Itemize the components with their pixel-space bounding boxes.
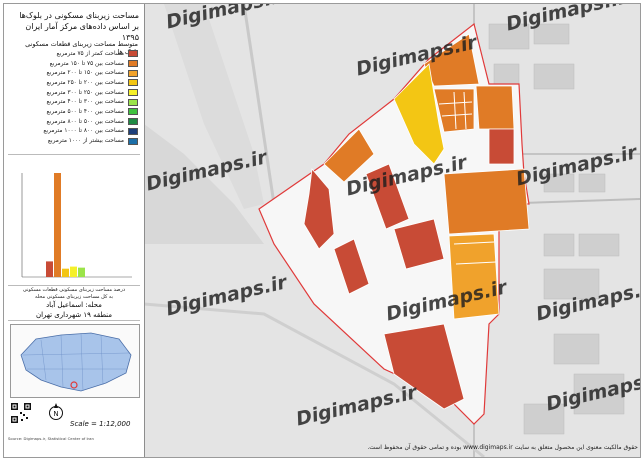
region-label: منطقه ۱۹ شهرداری تهران	[35, 311, 113, 319]
scale-text: Scale = 1:12,000	[70, 420, 131, 428]
legend-swatch	[128, 89, 138, 97]
legend-item-label: مساحت بین ۸۰۰ تا ۱۰۰۰ مترمربع	[43, 128, 124, 135]
copyright-notice: حقوق مالکیت معنوی این محصول متعلق به سای…	[367, 444, 638, 451]
histogram-svg	[21, 173, 132, 278]
histogram-bar	[46, 261, 53, 277]
location-labels: محله: اسماعیل آباد منطقه ۱۹ شهرداری تهرا…	[8, 300, 140, 321]
legend-item-label: مساحت بین ۲۵۰ تا ۳۰۰ مترمربع	[46, 89, 124, 96]
legend-item: مساحت بیشتر از ۱۰۰۰ مترمربع	[16, 136, 138, 146]
legend-swatch	[128, 137, 138, 145]
legend-item: مساحت بین ۷۵ تا ۱۵۰ مترمربع	[16, 59, 138, 69]
chart-caption: درصد مساحت زیربنای مسکونی قطعات مسکونی ب…	[8, 287, 140, 301]
legend-item-label: مساحت بیشتر از ۱۰۰۰ مترمربع	[47, 138, 124, 145]
histogram-bar	[70, 266, 77, 277]
north-arrow-icon: N	[49, 403, 63, 420]
legend-item-label: مساحت بین ۱۵۰ تا ۲۰۰ مترمربع	[46, 70, 124, 77]
chart-caption-line1: درصد مساحت زیربنای مسکونی قطعات مسکونی	[22, 287, 126, 293]
legend-swatch	[128, 108, 138, 116]
legend-swatch	[128, 69, 138, 77]
legend-list: مساحت کمتر از ۷۵ مترمربع مساحت بین ۷۵ تا …	[16, 49, 138, 146]
legend-item-label: مساحت کمتر از ۷۵ مترمربع	[56, 50, 124, 57]
legend-item: مساحت بین ۸۰۰ تا ۱۰۰۰ مترمربع	[16, 127, 138, 137]
map-svg	[143, 4, 640, 457]
legend-item-label: مساحت بین ۲۰۰ تا ۲۵۰ مترمربع	[46, 79, 124, 86]
legend-item: مساحت بین ۴۰۰ تا ۵۰۰ مترمربع	[16, 107, 138, 117]
inset-map	[10, 324, 140, 398]
legend-item: مساحت بین ۲۵۰ تا ۳۰۰ مترمربع	[16, 88, 138, 98]
legend-swatch	[128, 50, 138, 58]
map-footer: N Scale = 1:12,000	[8, 400, 140, 440]
legend-item: مساحت بین ۱۵۰ تا ۲۰۰ مترمربع	[16, 68, 138, 78]
qr-code-icon	[10, 402, 32, 424]
map-title-line1: مساحت زیربنای مسکونی در بلوک‌ها	[19, 11, 139, 20]
north-label: N	[53, 410, 58, 418]
map-canvas[interactable]: Digimaps.ir Digimaps.ir Digimaps.ir Digi…	[143, 4, 640, 457]
legend-item-label: مساحت بین ۴۰۰ تا ۵۰۰ مترمربع	[46, 108, 124, 115]
legend-panel: مساحت زیربنای مسکونی در بلوک‌ها بر اساس …	[4, 4, 145, 457]
legend-swatch	[128, 98, 138, 106]
histogram-bar	[62, 268, 69, 277]
source-credit: Source: Digimaps.ir, Statistical Center …	[8, 436, 94, 441]
histogram-bar	[54, 173, 61, 277]
legend-swatch	[128, 79, 138, 87]
legend-swatch	[128, 60, 138, 68]
legend-item: مساحت بین ۳۰۰ تا ۴۰۰ مترمربع	[16, 97, 138, 107]
legend-item: مساحت بین ۲۰۰ تا ۲۵۰ مترمربع	[16, 78, 138, 88]
map-frame: Digimaps.ir Digimaps.ir Digimaps.ir Digi…	[3, 3, 641, 458]
legend-swatch	[128, 118, 138, 126]
map-title: مساحت زیربنای مسکونی در بلوک‌ها بر اساس …	[8, 10, 139, 42]
legend-item-label: مساحت بین ۵۰۰ تا ۸۰۰ مترمربع	[46, 118, 124, 125]
neighborhood-label: محله: اسماعیل آباد	[46, 301, 102, 309]
legend-swatch	[128, 127, 138, 135]
legend-item-label: مساحت بین ۳۰۰ تا ۴۰۰ مترمربع	[46, 99, 124, 106]
histogram-chart	[8, 154, 140, 286]
legend-item: مساحت بین ۵۰۰ تا ۸۰۰ مترمربع	[16, 117, 138, 127]
legend-item: مساحت کمتر از ۷۵ مترمربع	[16, 49, 138, 59]
histogram-bar	[78, 267, 85, 277]
legend-item-label: مساحت بین ۷۵ تا ۱۵۰ مترمربع	[49, 60, 124, 67]
inset-map-svg	[20, 332, 132, 392]
